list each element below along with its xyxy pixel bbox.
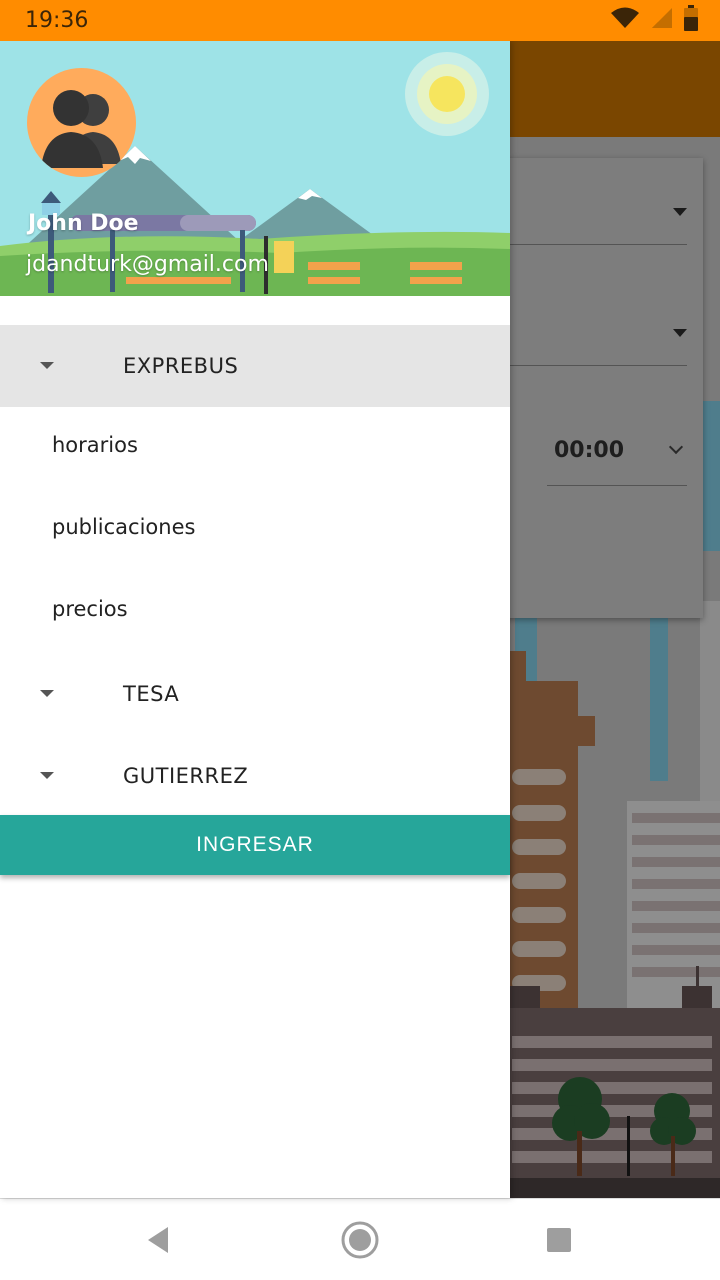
status-icons xyxy=(610,5,698,35)
menu-item-precios[interactable]: precios xyxy=(0,571,510,653)
menu-item-label: precios xyxy=(52,597,128,621)
battery-icon xyxy=(684,5,698,35)
divider xyxy=(487,365,687,366)
dropdown-arrow-icon[interactable] xyxy=(673,329,687,337)
drawer-header: John Doe jdandturk@gmail.com xyxy=(0,41,510,296)
user-email: jdandturk@gmail.com xyxy=(26,252,269,277)
user-name: John Doe xyxy=(28,211,139,236)
menu-item-label: publicaciones xyxy=(52,515,196,539)
caret-down-icon xyxy=(40,690,54,697)
menu-item-label: horarios xyxy=(52,433,138,457)
wifi-icon xyxy=(610,6,640,34)
recents-icon[interactable] xyxy=(538,1219,580,1261)
dropdown-arrow-icon[interactable] xyxy=(673,208,687,216)
drawer-menu: EXPREBUS horarios publicaciones precios … xyxy=(0,325,510,817)
caret-down-icon xyxy=(40,362,54,369)
login-button[interactable]: INGRESAR xyxy=(0,815,510,875)
status-bar: 19:36 xyxy=(0,0,720,41)
system-nav-bar xyxy=(0,1198,720,1280)
divider xyxy=(487,244,687,245)
menu-item-horarios[interactable]: horarios xyxy=(0,407,510,489)
caret-down-icon xyxy=(40,772,54,779)
menu-group-label: TESA xyxy=(123,682,180,706)
menu-item-publicaciones[interactable]: publicaciones xyxy=(0,489,510,571)
menu-group-label: GUTIERREZ xyxy=(123,764,249,788)
chevron-down-icon[interactable] xyxy=(668,439,684,455)
menu-group-tesa[interactable]: TESA xyxy=(0,653,510,735)
divider xyxy=(547,485,687,486)
status-time: 19:36 xyxy=(25,8,89,33)
signal-icon xyxy=(650,6,674,34)
menu-group-exprebus[interactable]: EXPREBUS xyxy=(0,325,510,407)
navigation-drawer: John Doe jdandturk@gmail.com EXPREBUS ho… xyxy=(0,41,510,1198)
avatar[interactable] xyxy=(27,68,136,177)
back-icon[interactable] xyxy=(138,1219,180,1261)
time-select-value[interactable]: 00:00 xyxy=(554,438,624,463)
home-icon[interactable] xyxy=(339,1219,381,1261)
menu-group-label: EXPREBUS xyxy=(123,354,239,378)
menu-group-gutierrez[interactable]: GUTIERREZ xyxy=(0,735,510,817)
